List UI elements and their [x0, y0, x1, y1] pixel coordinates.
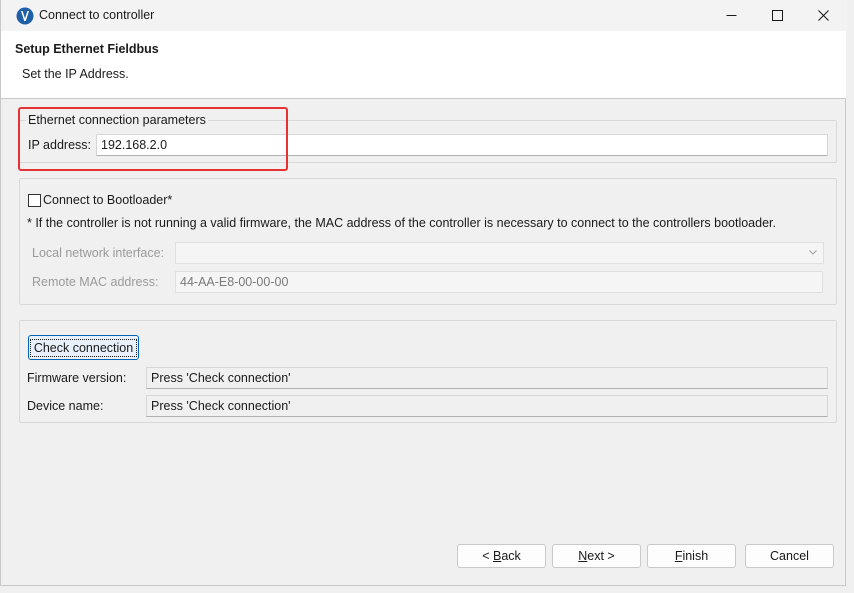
minimize-icon — [726, 15, 736, 16]
back-label: < Back — [482, 549, 521, 563]
back-button[interactable]: < Back — [457, 544, 546, 568]
next-label: Next > — [578, 549, 615, 563]
next-button[interactable]: Next > — [552, 544, 641, 568]
page-title: Setup Ethernet Fieldbus — [15, 42, 159, 56]
title-bar[interactable]: Connect to controller — [1, 0, 847, 31]
maximize-icon — [771, 10, 783, 21]
cancel-label: Cancel — [770, 549, 809, 563]
device-name-field: Press 'Check connection' — [146, 395, 828, 417]
firmware-version-field: Press 'Check connection' — [146, 367, 828, 389]
remote-mac-input[interactable]: 44-AA-E8-00-00-00 — [175, 271, 823, 293]
chevron-down-icon — [809, 250, 817, 255]
highlight-box — [18, 107, 288, 171]
remote-mac-label: Remote MAC address: — [32, 275, 159, 289]
local-interface-label: Local network interface: — [32, 246, 165, 260]
local-interface-select[interactable] — [175, 242, 824, 264]
firmware-version-label: Firmware version: — [27, 371, 127, 385]
device-name-label: Device name: — [27, 399, 104, 413]
app-logo-icon — [16, 7, 34, 25]
bootloader-checkbox[interactable] — [28, 194, 41, 207]
wizard-header: Setup Ethernet Fieldbus Set the IP Addre… — [1, 31, 846, 99]
page-subtitle: Set the IP Address. — [22, 67, 129, 81]
connect-dialog: Connect to controller Setup Ethernet Fie… — [0, 0, 847, 586]
bootloader-checkbox-label[interactable]: Connect to Bootloader* — [43, 193, 172, 207]
minimize-button[interactable] — [708, 0, 754, 31]
bootloader-note: * If the controller is not running a val… — [27, 216, 776, 230]
finish-label: Finish — [674, 549, 709, 563]
cancel-button[interactable]: Cancel — [745, 544, 834, 568]
maximize-button[interactable] — [754, 0, 800, 31]
finish-button[interactable]: Finish — [647, 544, 736, 568]
window-title: Connect to controller — [39, 8, 155, 22]
close-button[interactable] — [800, 0, 846, 31]
close-icon — [817, 10, 829, 21]
check-connection-button[interactable]: Check connection — [28, 335, 139, 360]
check-connection-label: Check connection — [29, 338, 138, 357]
